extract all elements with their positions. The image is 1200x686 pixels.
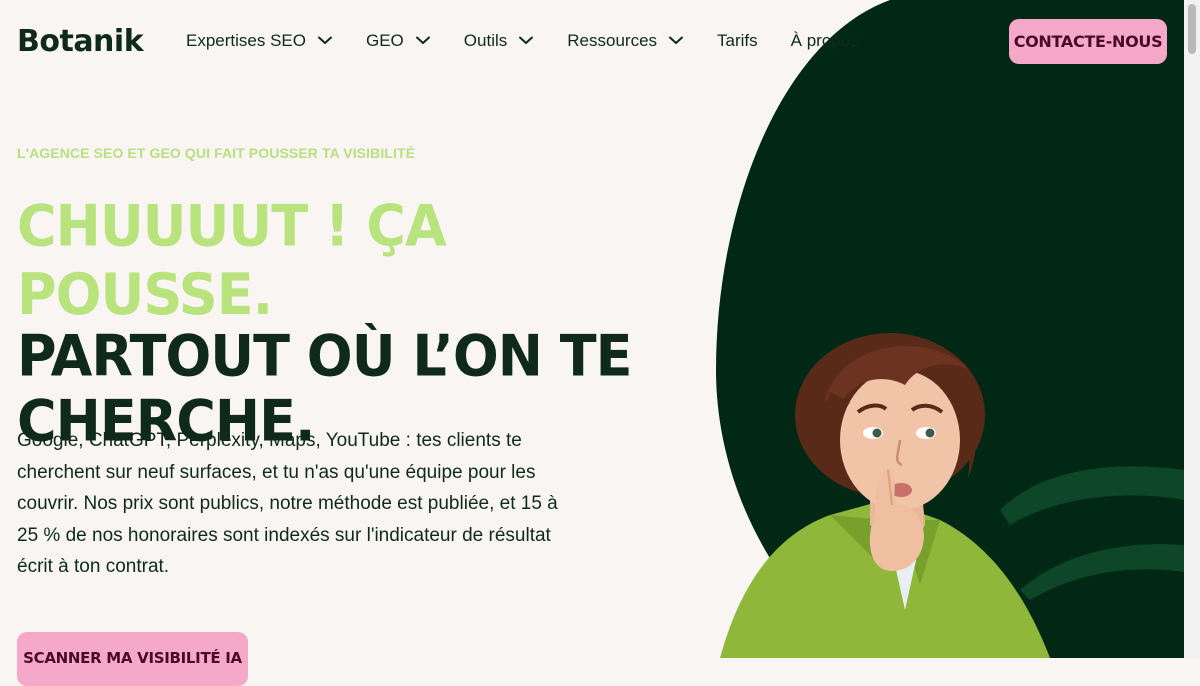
nav-item-geo[interactable]: GEO xyxy=(366,31,430,51)
site-header: Botanik Expertises SEO GEO Outils Ressou… xyxy=(0,0,1184,86)
hero-lead-paragraph: Google, ChatGPT, Perplexity, Maps, YouTu… xyxy=(17,430,558,577)
nav-item-tarifs[interactable]: Tarifs xyxy=(717,31,758,51)
nav-item-a-propos[interactable]: À propos xyxy=(791,31,859,51)
nav-item-label: Tarifs xyxy=(717,31,758,50)
scrollbar-thumb[interactable] xyxy=(1188,4,1196,54)
chevron-down-icon xyxy=(415,36,430,44)
nav-item-label: Outils xyxy=(463,31,508,50)
nav-item-label: À propos xyxy=(790,31,859,50)
logo[interactable]: Botanik xyxy=(17,24,144,59)
hero-visual xyxy=(680,0,1184,658)
nav-item-label: Ressources xyxy=(567,31,658,50)
headline-line-1: CHUUUUT ! ÇA POUSSE. xyxy=(17,193,447,328)
chevron-down-icon xyxy=(519,36,534,44)
nav-item-label: Expertises SEO xyxy=(186,31,306,50)
hero-headline: CHUUUUT ! ÇA POUSSE. PARTOUT OÙ L’ON TE … xyxy=(17,192,657,454)
chevron-down-icon xyxy=(669,36,684,44)
scan-visibility-label: SCANNER MA VISIBILITÉ IA xyxy=(23,649,242,667)
nav-item-outils[interactable]: Outils xyxy=(463,31,534,51)
nav-item-expertises-seo[interactable]: Expertises SEO xyxy=(186,31,332,51)
hero-eyebrow: L'AGENCE SEO ET GEO QUI FAIT POUSSER TA … xyxy=(17,145,416,161)
chevron-down-icon xyxy=(318,36,332,44)
main-nav: Expertises SEO GEO Outils Ressources Tar… xyxy=(186,31,859,51)
hero-illustration xyxy=(716,0,1184,658)
headline-line-2: PARTOUT OÙ L’ON TE xyxy=(17,323,632,390)
nav-item-ressources[interactable]: Ressources xyxy=(567,31,684,51)
scan-visibility-button[interactable]: SCANNER MA VISIBILITÉ IA xyxy=(17,632,248,686)
nav-item-label: GEO xyxy=(366,31,404,50)
page-scrollbar[interactable] xyxy=(1184,0,1200,658)
contact-button[interactable]: CONTACTE-NOUS xyxy=(1009,19,1167,64)
